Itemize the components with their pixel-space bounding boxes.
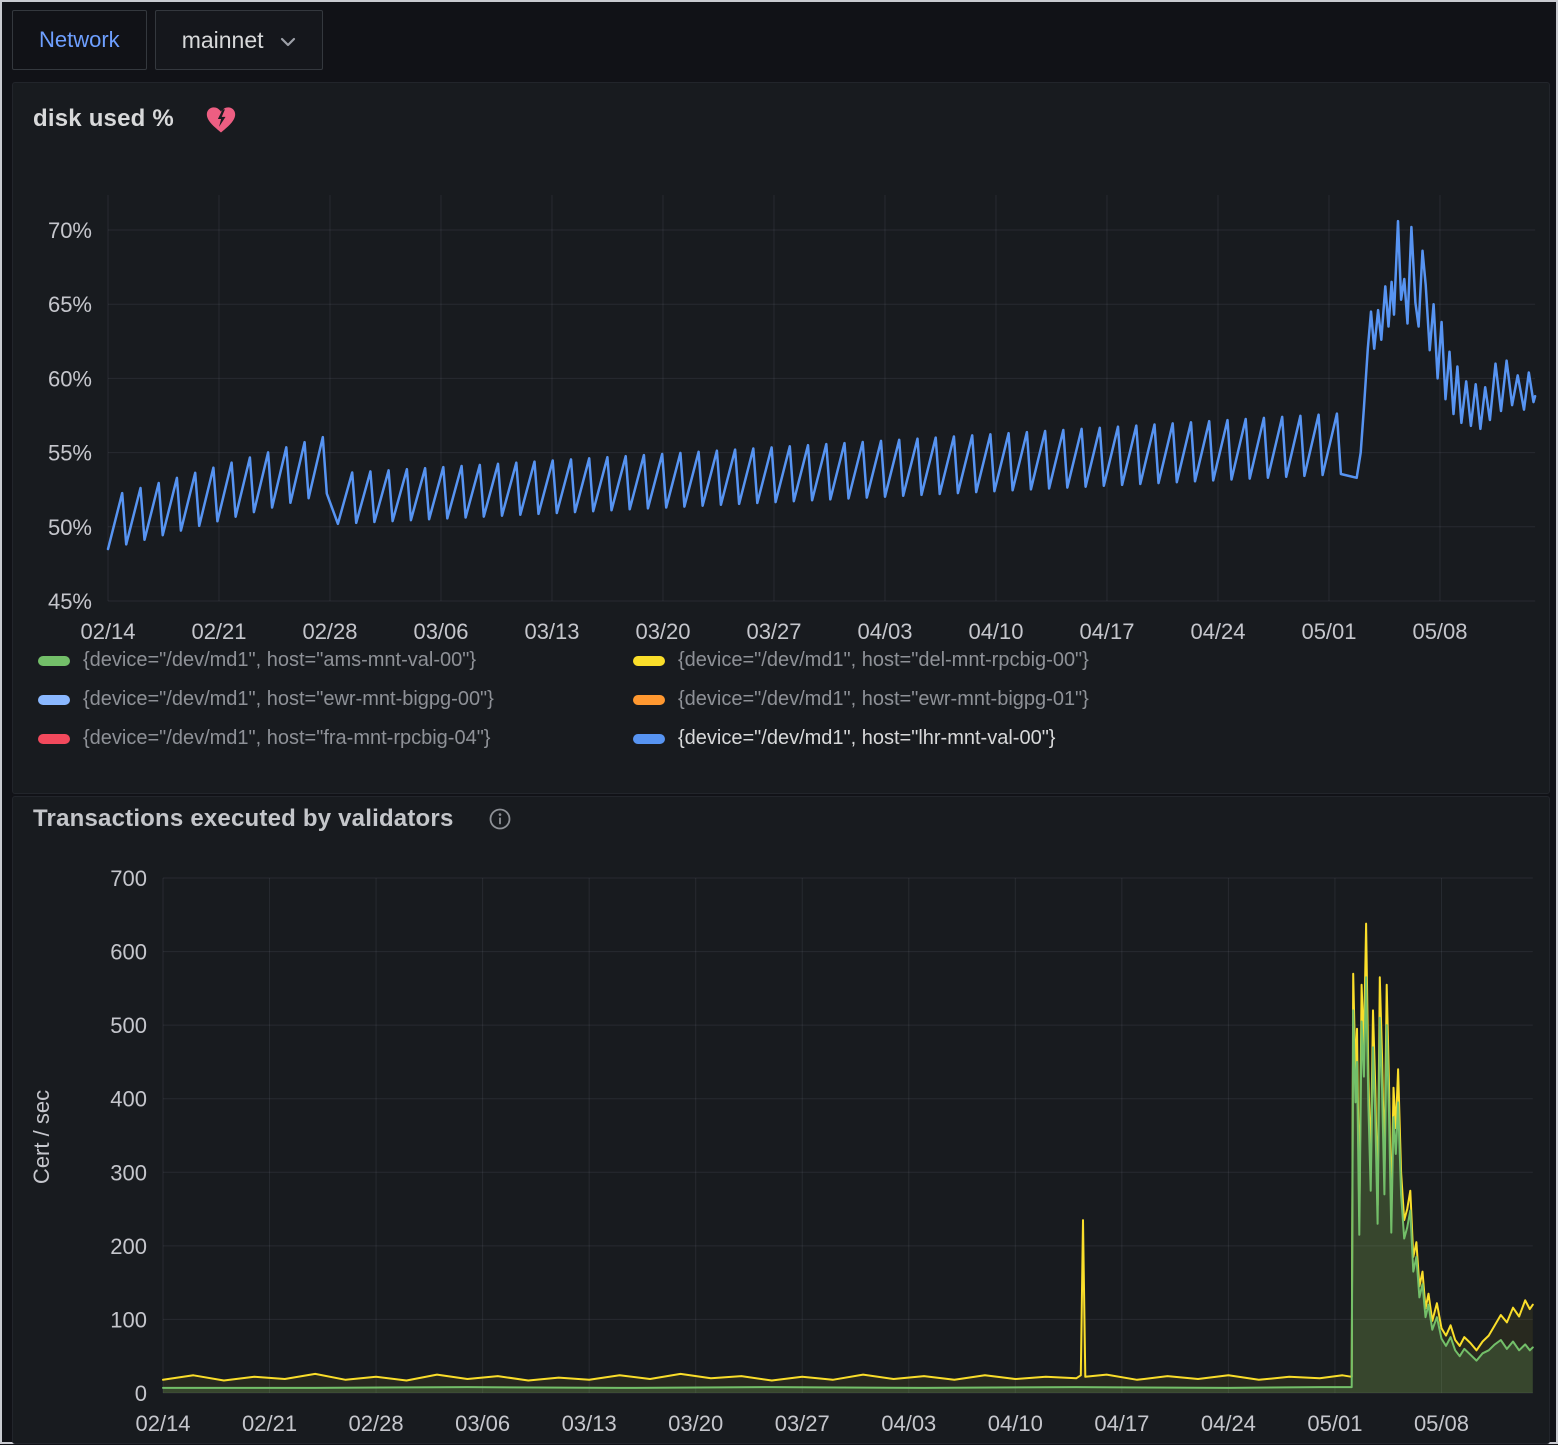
panel-disk-used: disk used % 45%50%55%60%65%70%02/1402/21… xyxy=(12,82,1550,794)
legend-label: {device="/dev/md1", host="ewr-mnt-bigpg-… xyxy=(678,688,1089,711)
x-tick-label: 03/20 xyxy=(635,619,690,644)
y-tick-label: 60% xyxy=(48,366,92,391)
dashboard-variables-bar: Network mainnet xyxy=(12,10,323,70)
x-tick-label: 02/28 xyxy=(302,619,357,644)
y-tick-label: 55% xyxy=(48,441,92,466)
legend-label: {device="/dev/md1", host="del-mnt-rpcbig… xyxy=(678,649,1089,672)
x-tick-label: 05/01 xyxy=(1307,1411,1362,1436)
legend-swatch xyxy=(38,656,70,666)
chevron-down-icon xyxy=(280,37,296,47)
legend-item[interactable]: {device="/dev/md1", host="ams-mnt-val-00… xyxy=(38,649,633,672)
y-tick-label: 500 xyxy=(110,1013,147,1038)
legend-swatch xyxy=(633,734,665,744)
x-tick-label: 04/10 xyxy=(988,1411,1043,1436)
x-tick-label: 03/06 xyxy=(413,619,468,644)
x-tick-label: 04/24 xyxy=(1201,1411,1256,1436)
y-tick-label: 600 xyxy=(110,940,147,965)
disk-used-legend: {device="/dev/md1", host="ams-mnt-val-00… xyxy=(38,649,1089,750)
x-tick-label: 04/17 xyxy=(1079,619,1134,644)
panel-transactions: Transactions executed by validators Cert… xyxy=(12,796,1550,1444)
x-tick-label: 05/08 xyxy=(1412,619,1467,644)
series-area xyxy=(163,924,1533,1393)
series-line xyxy=(163,924,1533,1381)
legend-label: {device="/dev/md1", host="ams-mnt-val-00… xyxy=(83,649,476,672)
legend-item[interactable]: {device="/dev/md1", host="del-mnt-rpcbig… xyxy=(633,649,1089,672)
y-tick-label: 100 xyxy=(110,1307,147,1332)
legend-swatch xyxy=(633,695,665,705)
x-tick-label: 03/13 xyxy=(562,1411,617,1436)
y-tick-label: 300 xyxy=(110,1160,147,1185)
legend-item[interactable]: {device="/dev/md1", host="fra-mnt-rpcbig… xyxy=(38,727,633,750)
legend-item[interactable]: {device="/dev/md1", host="ewr-mnt-bigpg-… xyxy=(633,688,1089,711)
legend-item[interactable]: {device="/dev/md1", host="ewr-mnt-bigpg-… xyxy=(38,688,633,711)
grafana-dashboard: { "header": { "network_label": "Network"… xyxy=(0,0,1558,1444)
x-tick-label: 05/01 xyxy=(1301,619,1356,644)
y-tick-label: 700 xyxy=(110,866,147,891)
series-line xyxy=(163,977,1533,1388)
x-tick-label: 03/27 xyxy=(746,619,801,644)
x-tick-label: 02/14 xyxy=(80,619,135,644)
y-tick-label: 200 xyxy=(110,1234,147,1259)
y-tick-label: 45% xyxy=(48,589,92,614)
legend-label: {device="/dev/md1", host="ewr-mnt-bigpg-… xyxy=(83,688,494,711)
y-tick-label: 70% xyxy=(48,218,92,243)
x-tick-label: 04/10 xyxy=(968,619,1023,644)
x-tick-label: 03/27 xyxy=(775,1411,830,1436)
x-tick-label: 02/14 xyxy=(135,1411,190,1436)
x-tick-label: 03/13 xyxy=(524,619,579,644)
x-tick-label: 04/03 xyxy=(881,1411,936,1436)
x-tick-label: 04/24 xyxy=(1190,619,1245,644)
transactions-chart[interactable]: 0 100 200 300 400 500 600 700 02/14 02/21 02/28 03/… xyxy=(13,797,1551,1445)
x-tick-label: 03/06 xyxy=(455,1411,510,1436)
y-tick-label: 400 xyxy=(110,1087,147,1112)
x-tick-label: 04/17 xyxy=(1094,1411,1149,1436)
series-area xyxy=(163,977,1533,1393)
legend-label: {device="/dev/md1", host="fra-mnt-rpcbig… xyxy=(83,727,491,750)
x-tick-label: 05/08 xyxy=(1414,1411,1469,1436)
legend-swatch xyxy=(633,656,665,666)
y-tick-label: 50% xyxy=(48,515,92,540)
legend-label: {device="/dev/md1", host="lhr-mnt-val-00… xyxy=(678,727,1055,750)
legend-swatch xyxy=(38,734,70,744)
network-variable-value: mainnet xyxy=(182,27,264,54)
y-tick-label: 65% xyxy=(48,292,92,317)
y-tick-label: 0 xyxy=(135,1381,147,1406)
network-variable-label: Network xyxy=(39,27,120,53)
x-tick-label: 02/28 xyxy=(349,1411,404,1436)
series-line xyxy=(108,221,1535,549)
network-variable-label-box: Network xyxy=(12,10,147,70)
network-variable-dropdown[interactable]: mainnet xyxy=(155,10,323,70)
x-tick-label: 02/21 xyxy=(191,619,246,644)
x-tick-label: 02/21 xyxy=(242,1411,297,1436)
x-tick-label: 04/03 xyxy=(857,619,912,644)
legend-item[interactable]: {device="/dev/md1", host="lhr-mnt-val-00… xyxy=(633,727,1089,750)
x-tick-label: 03/20 xyxy=(668,1411,723,1436)
legend-swatch xyxy=(38,695,70,705)
